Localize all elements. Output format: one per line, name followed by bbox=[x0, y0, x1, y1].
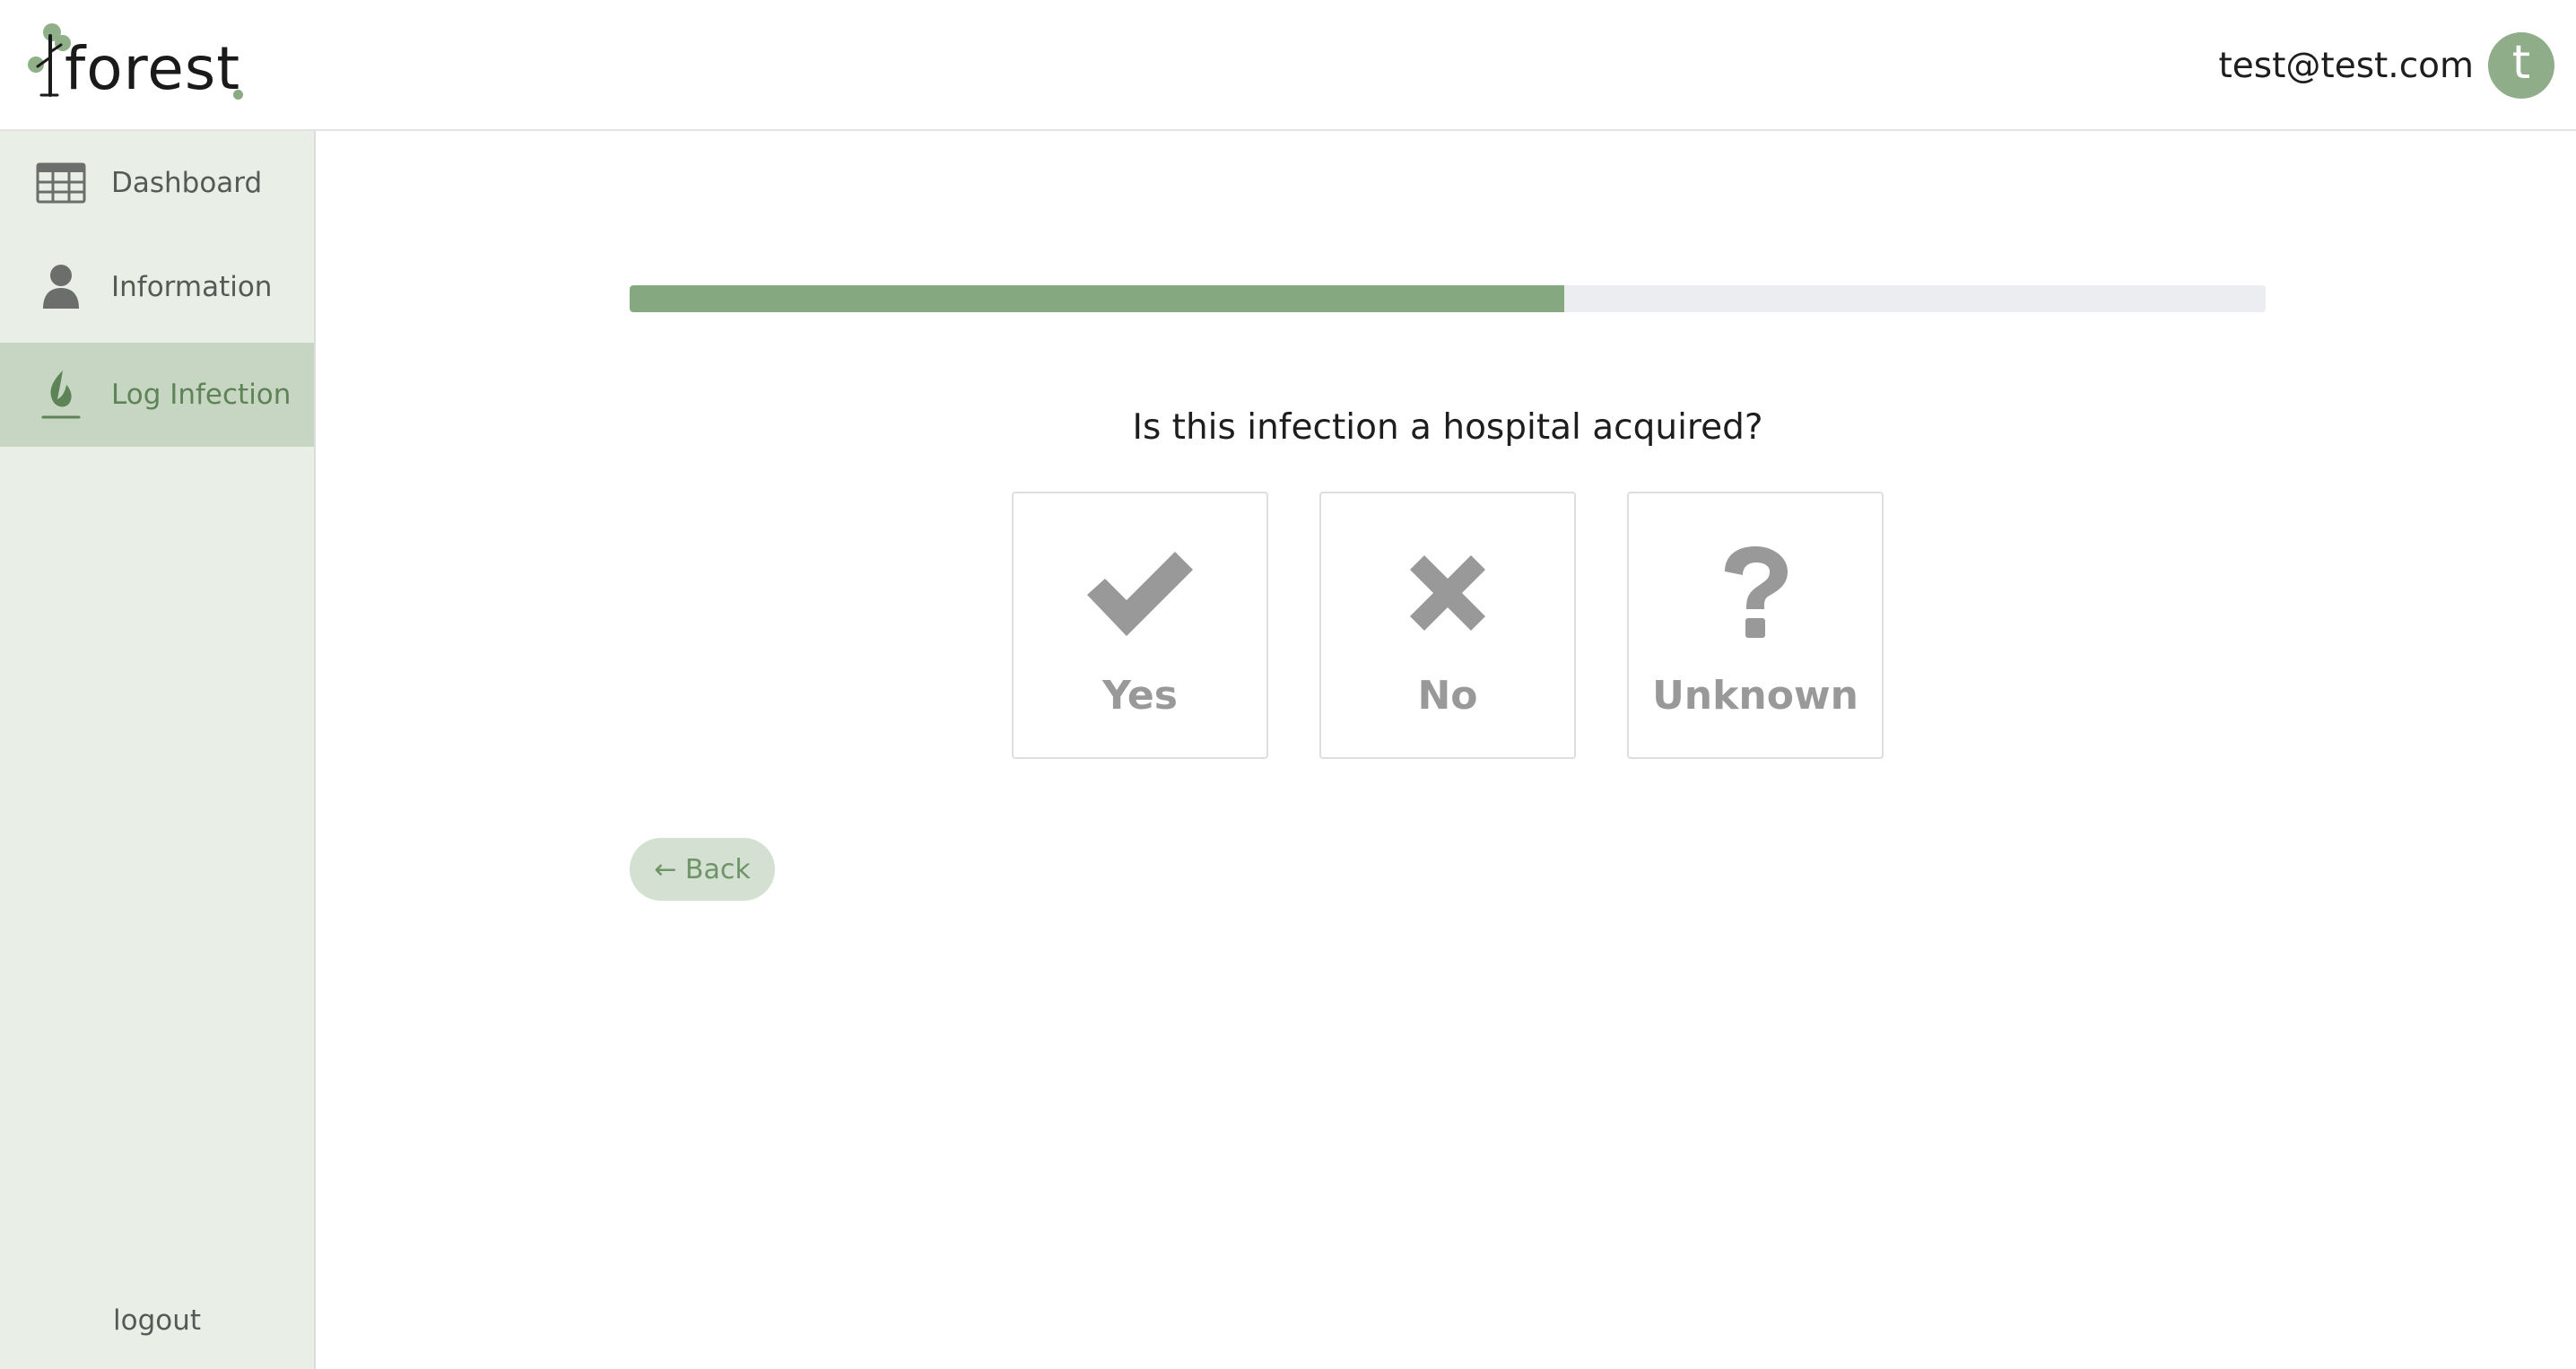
header: forest test@test.com t bbox=[0, 0, 2576, 131]
sidebar: Dashboard Information Log Infection logo… bbox=[0, 131, 316, 1369]
logo-dot bbox=[233, 90, 243, 100]
sidebar-item-log-infection[interactable]: Log Infection bbox=[0, 343, 314, 447]
x-mark-icon bbox=[1321, 544, 1574, 642]
yes-option-button[interactable]: Yes bbox=[1012, 492, 1268, 759]
avatar[interactable]: t bbox=[2488, 32, 2554, 99]
forest-logo[interactable]: forest bbox=[22, 20, 255, 106]
option-label: Unknown bbox=[1652, 673, 1858, 719]
option-label: No bbox=[1417, 673, 1478, 719]
option-label: Yes bbox=[1102, 673, 1178, 719]
back-button[interactable]: ← Back bbox=[630, 838, 775, 901]
user-email: test@test.com bbox=[2218, 45, 2474, 86]
no-option-button[interactable]: No bbox=[1319, 492, 1576, 759]
progress-bar bbox=[630, 285, 2266, 312]
user-menu[interactable]: test@test.com t bbox=[2219, 32, 2554, 99]
logout-link[interactable]: logout bbox=[0, 1304, 314, 1337]
logo-text: forest bbox=[65, 34, 241, 103]
unknown-option-button[interactable]: Unknown bbox=[1627, 492, 1884, 759]
table-grid-icon bbox=[34, 156, 88, 210]
sidebar-item-label: Information bbox=[111, 271, 273, 303]
sidebar-item-dashboard[interactable]: Dashboard bbox=[0, 131, 314, 235]
checkmark-icon bbox=[1014, 544, 1266, 642]
sidebar-item-information[interactable]: Information bbox=[0, 235, 314, 339]
answer-options: Yes No Unknown bbox=[1012, 492, 1884, 759]
leaf-icon bbox=[34, 368, 88, 422]
person-icon bbox=[34, 260, 88, 314]
sidebar-item-label: Log Infection bbox=[111, 379, 292, 411]
question-text: Is this infection a hospital acquired? bbox=[1132, 407, 1763, 448]
sidebar-item-label: Dashboard bbox=[111, 167, 263, 199]
progress-fill bbox=[630, 285, 1564, 312]
question-mark-icon bbox=[1629, 544, 1882, 642]
